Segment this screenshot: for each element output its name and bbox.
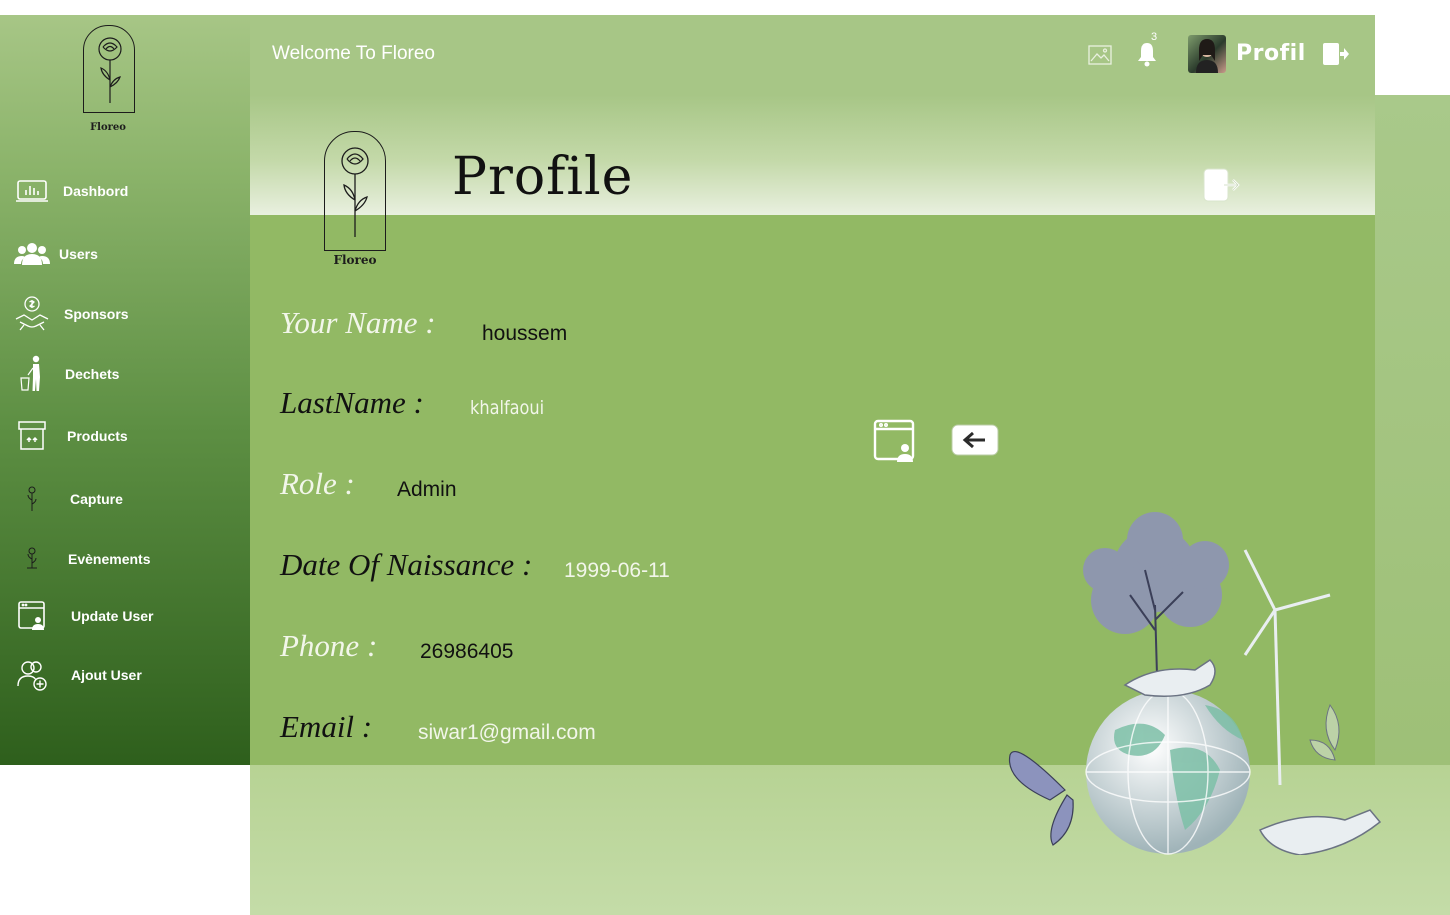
sidebar-item-label: Evènements — [68, 551, 151, 567]
phone-label: Phone : — [280, 628, 378, 663]
sidebar-item-capture[interactable]: Capture — [12, 479, 242, 519]
image-icon[interactable] — [1088, 45, 1112, 70]
sidebar-item-ajout-user[interactable]: Ajout User — [12, 655, 242, 695]
lastname-value: khalfaoui — [470, 397, 545, 419]
products-icon — [12, 419, 52, 453]
sidebar-item-label: Dashbord — [63, 183, 129, 199]
main-area: Floreo Profile Your Name : houssem LastN… — [250, 95, 1450, 915]
sidebar-item-products[interactable]: Products — [12, 416, 242, 456]
profile-header — [250, 95, 1450, 215]
page-title: Profile — [452, 147, 634, 207]
rose-icon — [98, 37, 122, 103]
sidebar-logo: Floreo — [80, 25, 140, 133]
email-value: siwar1@gmail.com — [418, 721, 596, 744]
capture-icon — [12, 482, 52, 516]
sidebar-item-sponsors[interactable]: Sponsors — [12, 294, 242, 334]
update-user-button[interactable] — [872, 417, 918, 470]
sidebar-logo-caption: Floreo — [90, 122, 126, 133]
sidebar-item-label: Products — [67, 428, 128, 444]
events-icon — [12, 542, 52, 576]
top-bar: Welcome To Floreo 3 Profil — [250, 15, 1375, 95]
name-label: Your Name : — [280, 305, 436, 340]
sidebar-item-label: Users — [59, 246, 98, 262]
eco-globe-illustration — [1008, 512, 1382, 855]
birthdate-value: 1999-06-11 — [564, 559, 670, 582]
sidebar-item-label: Dechets — [65, 366, 120, 382]
phone-value: 26986405 — [420, 640, 514, 663]
sidebar: Floreo Dashbord Users Sponsors Dechets P… — [0, 15, 250, 765]
sidebar-item-users[interactable]: Users — [12, 234, 242, 274]
right-strip — [1375, 95, 1450, 765]
notification-count: 3 — [1151, 31, 1158, 43]
back-button[interactable] — [950, 422, 1000, 463]
page-logo-caption: Floreo — [333, 253, 377, 267]
page-logo: Floreo — [322, 131, 388, 271]
sidebar-item-label: Sponsors — [64, 306, 129, 322]
sponsors-icon — [12, 296, 52, 331]
role-value: Admin — [397, 478, 457, 501]
sidebar-item-label: Update User — [71, 608, 154, 624]
dashboard-icon — [12, 174, 52, 208]
logout-icon[interactable] — [1322, 41, 1350, 72]
sidebar-item-dashbord[interactable]: Dashbord — [12, 171, 242, 211]
users-icon — [12, 237, 52, 271]
rose-icon — [341, 147, 369, 237]
sidebar-item-update-user[interactable]: Update User — [12, 596, 242, 636]
bell-icon[interactable] — [1134, 41, 1160, 72]
avatar[interactable] — [1188, 35, 1226, 73]
logout-icon[interactable] — [1200, 165, 1244, 210]
email-label: Email : — [280, 709, 373, 744]
sidebar-item-dechets[interactable]: Dechets — [12, 354, 242, 394]
profile-link[interactable]: Profil — [1236, 41, 1306, 66]
lastname-label: LastName : — [280, 385, 424, 420]
sidebar-item-evenements[interactable]: Evènements — [12, 539, 242, 579]
birthdate-label: Date Of Naissance : — [280, 547, 533, 582]
add-user-icon — [12, 658, 52, 692]
role-label: Role : — [280, 466, 355, 501]
update-user-icon — [12, 599, 52, 633]
waste-icon — [12, 355, 52, 391]
welcome-text: Welcome To Floreo — [272, 43, 435, 64]
sidebar-item-label: Capture — [70, 491, 123, 507]
sidebar-item-label: Ajout User — [71, 667, 142, 683]
name-value: houssem — [482, 322, 568, 345]
